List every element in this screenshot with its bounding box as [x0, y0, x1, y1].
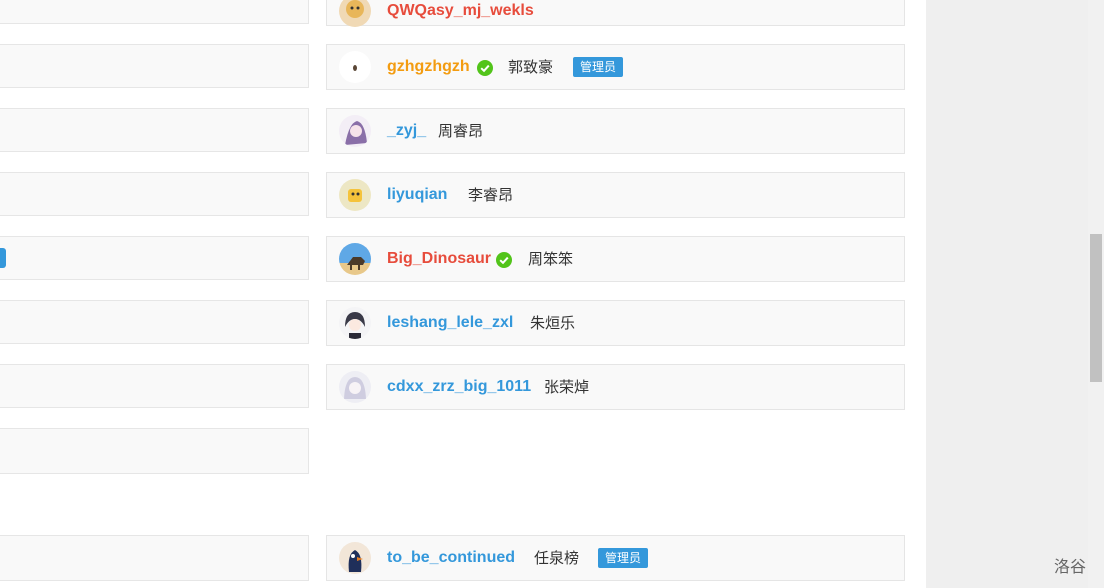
- left-user-card: [0, 535, 309, 581]
- verified-check-icon: [477, 60, 493, 76]
- user-avatar[interactable]: [339, 51, 371, 83]
- user-card: _zyj_ 周睿昂: [326, 108, 905, 154]
- user-card: leshang_lele_zxl 朱烜乐: [326, 300, 905, 346]
- real-name: 周睿昂: [438, 122, 484, 140]
- user-card: QWQasy_mj_wekls: [326, 0, 905, 27]
- user-avatar[interactable]: [339, 243, 371, 275]
- left-badge-edge: [0, 248, 6, 268]
- user-avatar[interactable]: [339, 371, 371, 403]
- left-user-card: [0, 172, 309, 216]
- user-card: cdxx_zrz_big_1011 张荣焯: [326, 364, 905, 410]
- username-link[interactable]: _zyj_: [387, 120, 426, 142]
- username-link[interactable]: to_be_continued: [387, 547, 515, 569]
- real-name: 郭致豪: [508, 58, 554, 76]
- user-avatar[interactable]: [339, 115, 371, 147]
- real-name: 李睿昂: [468, 186, 514, 204]
- brand-logo-text: 洛谷: [1054, 557, 1087, 576]
- left-user-card: [0, 364, 309, 408]
- user-avatar[interactable]: [339, 0, 371, 27]
- real-name: 朱烜乐: [530, 314, 576, 332]
- verified-check-icon: [496, 252, 512, 268]
- real-name: 张荣焯: [544, 378, 590, 396]
- left-user-card: [0, 108, 309, 152]
- user-avatar[interactable]: [339, 542, 371, 574]
- admin-badge: 管理员: [573, 57, 624, 77]
- user-card: Big_Dinosaur 周笨笨: [326, 236, 905, 282]
- username-link[interactable]: gzhgzhgzh: [387, 56, 470, 78]
- user-card: liyuqian 李睿昂: [326, 172, 905, 218]
- left-user-card: [0, 0, 309, 24]
- username-link[interactable]: liyuqian: [387, 184, 447, 206]
- real-name: 周笨笨: [528, 250, 574, 268]
- left-user-card: [0, 44, 309, 88]
- username-link[interactable]: Big_Dinosaur: [387, 248, 491, 270]
- user-card: gzhgzhgzh 郭致豪 管理员: [326, 44, 905, 90]
- username-link[interactable]: leshang_lele_zxl: [387, 312, 513, 334]
- admin-badge: 管理员: [598, 548, 649, 568]
- left-user-card: [0, 428, 309, 474]
- username-link[interactable]: QWQasy_mj_wekls: [387, 0, 534, 22]
- user-avatar[interactable]: [339, 307, 371, 339]
- user-card: to_be_continued 任泉榜 管理员: [326, 535, 905, 581]
- left-user-card: [0, 236, 309, 280]
- username-link[interactable]: cdxx_zrz_big_1011: [387, 376, 531, 398]
- scrollbar-thumb[interactable]: [1090, 234, 1102, 382]
- right-sidebar: [926, 0, 1104, 588]
- user-avatar[interactable]: [339, 179, 371, 211]
- left-user-card: [0, 300, 309, 344]
- real-name: 任泉榜: [534, 549, 580, 567]
